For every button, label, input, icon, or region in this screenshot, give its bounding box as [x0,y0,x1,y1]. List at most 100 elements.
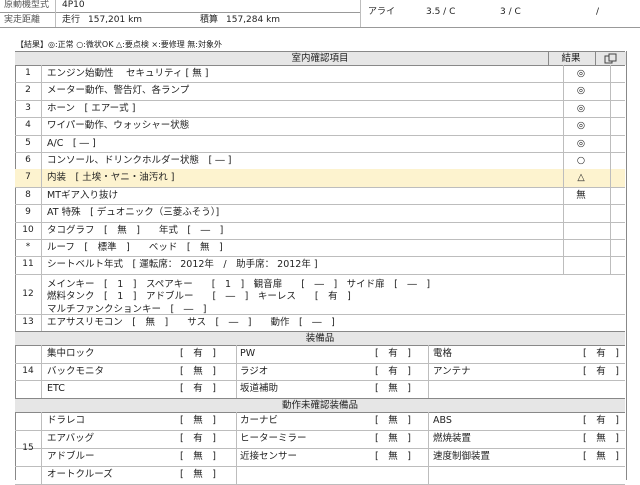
row-item-text: エアサスリモコン [ 無 ] サス [ ― ] 動作 [ ― ] [47,316,335,328]
equipment-col-divider-1 [236,345,237,398]
row-result: ◎ [576,102,586,114]
inspection-row: 5 A/C [ ― ] ◎ [15,134,625,153]
unconfirmed-item-name: 速度制御装置 [433,450,491,462]
unconfirmed-item-name: 近接センサー [240,450,298,462]
copy-icon[interactable] [595,52,626,65]
unconfirmed-item-value: [ 無 ] [583,432,619,444]
result-header: 結果 [548,52,593,65]
inspection-row: 9 AT 特殊 [ デュオニック（三菱ふそう）] [15,204,625,223]
inspection-row: 2 メーター動作、警告灯、各ランプ ◎ [15,82,625,101]
equipment-item-name: アンテナ [433,365,471,377]
equipment-item-value: [ 有 ] [375,348,411,360]
odo-value: 157,284 km [226,15,281,25]
row-item-text: タコグラフ [ 無 ] 年式 [ ― ] [47,224,224,236]
row-number: 1 [15,65,42,83]
equipment-item-name: バックモニタ [47,365,105,377]
equipment-number: 14 [15,345,42,398]
row-result: 無 [576,189,586,201]
mileage-label: 実走距離 [4,15,41,25]
equipment-header: 装備品 [15,331,625,347]
tire-row: アライ 3.5 / C 3 / C / [360,0,640,28]
row-item-text: ワイパー動作、ウォッシャー状態 [47,120,190,132]
unconfirmed-row: ドラレコ [ 無 ] カーナビ [ 無 ] ABS [ 有 ] [15,412,625,431]
inspection-header: 室内確認項目 [15,51,625,66]
tire-label: アライ [368,7,396,17]
unconfirmed-item-name: アドブルー [47,450,95,462]
equipment-item-value: [ 無 ] [375,383,411,395]
unconfirmed-row: オートクルーズ [ 無 ] [15,466,625,485]
row-number: 12 [15,273,42,314]
unconfirmed-item-value: [ 無 ] [375,432,411,444]
equipment-item-value: [ 有 ] [583,348,619,360]
row-item-text: シートベルト年式 [ 運転席： 2012年 / 助手席： 2012年 ] [47,259,318,271]
row-item-text: A/C [ ― ] [47,137,96,149]
row-number: 8 [15,186,42,205]
equipment-col-divider-2 [428,345,429,398]
inspection-row: 6 コンソール、ドリンクホルダー状態 [ ― ] ○ [15,152,625,171]
unconfirmed-row: エアバッグ [ 有 ] ヒーターミラー [ 無 ] 燃焼装置 [ 無 ] [15,430,625,449]
odo-label: 積算 [200,15,219,25]
result-legend: 【結果】◎:正常 ○:微状OK △:要点検 ×:要修理 無:対象外 [16,40,223,49]
row-number: 7 [15,169,42,187]
tire-a: 3.5 / C [426,7,456,17]
unconfirmed-item-name: ヒーターミラー [240,432,307,444]
equipment-row: バックモニタ [ 無 ] ラジオ [ 有 ] アンテナ [ 有 ] [15,363,625,382]
unconfirmed-item-name: ABS [433,414,452,426]
unconfirmed-item-name: オートクルーズ [47,468,113,480]
equipment-row: ETC [ 有 ] 坂道補助 [ 無 ] [15,380,625,399]
row-number: 11 [15,256,42,274]
unconfirmed-item-value: [ 無 ] [583,450,619,462]
unconfirmed-number: 15 [15,411,42,484]
result-col-divider-right [610,65,611,274]
inspection-row: 8 MTギア入り抜け 無 [15,186,625,206]
row-number: 9 [15,204,42,222]
inspection-row: 4 ワイパー動作、ウォッシャー状態 ◎ [15,117,625,136]
row-number: 10 [15,221,42,239]
equipment-item-value: [ 有 ] [180,383,216,395]
row-number: 4 [15,117,42,135]
row-result: ◎ [576,68,586,79]
unconfirmed-row: アドブルー [ 無 ] 近接センサー [ 無 ] 速度制御装置 [ 無 ] [15,448,625,467]
equipment-item-value: [ 有 ] [180,348,216,360]
meter-value: 157,201 km [88,15,143,25]
meter-label: 走行 [62,15,81,25]
tire-c: / [596,7,600,17]
inspection-row: 11 シートベルト年式 [ 運転席： 2012年 / 助手席： 2012年 ] [15,256,625,275]
equipment-row: 集中ロック [ 有 ] PW [ 有 ] 電格 [ 有 ] [15,345,625,364]
engine-model-label: 原動機型式 [4,0,50,10]
equipment-item-name: ETC [47,383,65,395]
inspection-row: 13 エアサスリモコン [ 無 ] サス [ ― ] 動作 [ ― ] [15,313,625,333]
row-item-text: コンソール、ドリンクホルダー状態 [ ― ] [47,155,232,166]
row-result: ○ [576,155,586,166]
equipment-item-value: [ 無 ] [180,365,216,377]
row-number: 2 [15,82,42,100]
row-number: 5 [15,134,42,152]
equipment-item-value: [ 有 ] [375,365,411,377]
unconfirmed-item-name: カーナビ [240,414,279,426]
tire-b: 3 / C [500,7,521,17]
unconfirmed-item-value: [ 無 ] [180,468,216,480]
row-item-text: 内装 [ 土埃・ヤニ・油汚れ ] [47,172,175,184]
unconfirmed-item-name: エアバッグ [47,432,95,444]
row-number: 13 [15,313,42,332]
inspection-row-keys: 12 メインキー [ 1 ] スペアキー [ 1 ] 観音扉 [ ― ] サイド扉… [15,273,625,315]
row-result: ◎ [576,120,586,132]
unconfirmed-col-divider-2 [428,411,429,484]
result-col-divider [563,65,564,274]
row-item-text: MTギア入り抜け [47,189,118,201]
inspection-row: 10 タコグラフ [ 無 ] 年式 [ ― ] [15,221,625,240]
unconfirmed-item-name: ドラレコ [47,414,86,426]
top-divider [55,0,56,27]
inspection-header-title: 室内確認項目 [291,53,349,64]
unconfirmed-item-value: [ 無 ] [180,414,216,426]
inspection-row: 1 エンジン始動性 セキュリティ [ 無 ] ◎ [15,65,625,84]
equipment-item-name: 電格 [433,348,453,360]
inspection-row: 7 内装 [ 土埃・ヤニ・油汚れ ] △ [15,169,625,188]
row-number: 6 [15,152,42,170]
unconfirmed-item-name: 燃焼装置 [433,432,472,444]
row-item-text: エンジン始動性 セキュリティ [ 無 ] [47,68,209,79]
engine-model-value: 4P10 [62,0,85,10]
equipment-item-name: ラジオ [240,365,269,377]
row-item-text: AT 特殊 [ デュオニック（三菱ふそう）] [47,207,220,219]
row-item-line: マルチファンクションキー [ ― ] [47,303,207,315]
